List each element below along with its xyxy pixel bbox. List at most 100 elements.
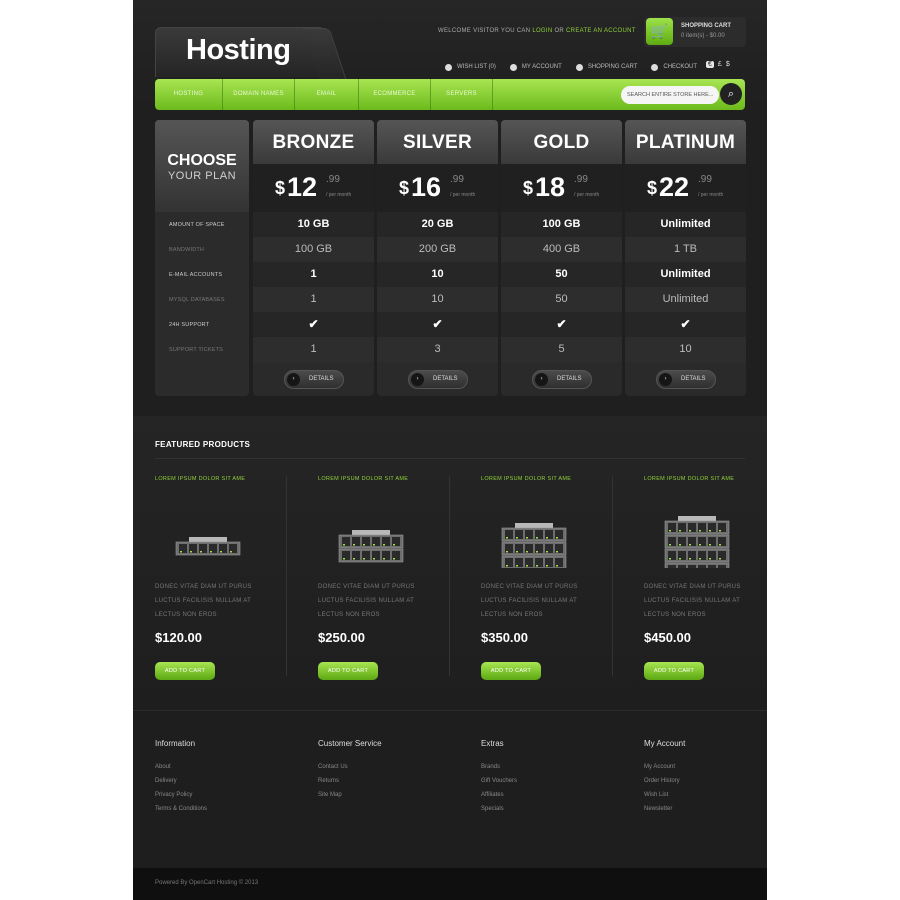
product-title[interactable]: LOREM IPSUM DOLOR SIT AME — [318, 476, 408, 482]
product-card: LOREM IPSUM DOLOR SIT AME DONEC VITAE DIA… — [318, 476, 458, 686]
footer-link[interactable]: Delivery — [155, 774, 295, 788]
pricing-table: CHOOSE YOUR PLAN AMOUNT OF SPACE BANDWIDT… — [133, 110, 767, 416]
footer-link[interactable]: Site Map — [318, 788, 458, 802]
details-button[interactable]: › DETAILS — [656, 370, 716, 389]
logo[interactable]: Hosting — [186, 34, 291, 67]
plan-price: $22 .99 / per month — [625, 164, 746, 212]
currency-option[interactable]: $ — [726, 61, 730, 68]
add-to-cart-button[interactable]: ADD TO CART — [644, 662, 704, 680]
main-nav: HOSTING DOMAIN NAMES EMAIL ECOMMERCE SER… — [155, 79, 745, 110]
cell-value: 1 — [310, 343, 317, 355]
nav-email[interactable]: EMAIL — [295, 79, 359, 110]
footer-link[interactable]: Returns — [318, 774, 458, 788]
product-title[interactable]: LOREM IPSUM DOLOR SIT AME — [481, 476, 571, 482]
product-title[interactable]: LOREM IPSUM DOLOR SIT AME — [155, 476, 245, 482]
plan-cell: Unlimited — [625, 262, 746, 287]
plan-cell: 10 — [625, 337, 746, 362]
price-integer: 16 — [411, 172, 442, 202]
cell-value: 50 — [555, 293, 568, 305]
plan-silver: SILVER $16 .99 / per month 20 GB 200 GB 10 10 ✔ 3… — [377, 120, 498, 396]
divider — [449, 476, 450, 676]
price-integer: 22 — [659, 172, 690, 202]
plan-header: SILVER — [377, 120, 498, 164]
plan-cell: 5 — [501, 337, 622, 362]
product-image[interactable] — [175, 498, 241, 568]
details-button[interactable]: › DETAILS — [284, 370, 344, 389]
footer-link[interactable]: My Account — [644, 760, 767, 774]
feature-label: MYSQL DATABASES — [169, 297, 225, 303]
shopping-cart-icon[interactable]: 🛒 — [646, 18, 673, 45]
create-account-link[interactable]: CREATE AN ACCOUNT — [566, 28, 636, 34]
product-description: DONEC VITAE DIAM UT PURUS LUCTUS FACILIS… — [644, 584, 741, 618]
product-title[interactable]: LOREM IPSUM DOLOR SIT AME — [644, 476, 734, 482]
top-link[interactable]: CHECKOUT — [651, 61, 697, 73]
feature-label: AMOUNT OF SPACE — [169, 222, 225, 228]
price-period: / per month — [574, 192, 600, 198]
product-image[interactable] — [501, 498, 567, 570]
footer-link[interactable]: Order History — [644, 774, 767, 788]
top-links: WISH LIST (0) MY ACCOUNT SHOPPING CART CHEC… — [445, 61, 711, 73]
nav-domain-names[interactable]: DOMAIN NAMES — [223, 79, 295, 110]
price-integer: 18 — [535, 172, 566, 202]
top-link[interactable]: WISH LIST (0) — [445, 61, 496, 73]
search-input[interactable]: SEARCH ENTIRE STORE HERE... — [621, 86, 719, 104]
plan-cell: 10 — [377, 287, 498, 312]
nav-ecommerce[interactable]: ECOMMERCE — [359, 79, 431, 110]
product-description: DONEC VITAE DIAM UT PURUS LUCTUS FACILIS… — [155, 584, 252, 618]
top-link[interactable]: MY ACCOUNT — [509, 61, 562, 73]
footer-link[interactable]: Wish List — [644, 788, 767, 802]
footer-heading: Customer Service — [318, 739, 382, 748]
divider — [286, 476, 287, 676]
price-decimal: .99 — [326, 174, 340, 185]
bullet-icon — [651, 63, 659, 71]
cell-value: 50 — [555, 268, 568, 280]
top-link-label: WISH LIST (0) — [457, 64, 496, 70]
footer-link[interactable]: Contact Us — [318, 760, 458, 774]
page: Hosting WELCOME VISITOR YOU CAN LOGIN OR… — [133, 0, 767, 900]
cell-value: 10 — [431, 293, 444, 305]
currency-option[interactable]: £ — [718, 61, 722, 68]
logo-tab[interactable]: Hosting — [155, 27, 325, 77]
bottom-bar: Powered By OpenCart Hosting © 2013 — [133, 868, 767, 900]
footer-link[interactable]: About — [155, 760, 295, 774]
currency-option[interactable]: € — [706, 61, 714, 68]
add-to-cart-button[interactable]: ADD TO CART — [318, 662, 378, 680]
plan-cell: 1 TB — [625, 237, 746, 262]
footer-link[interactable]: Brands — [481, 760, 621, 774]
add-to-cart-button[interactable]: ADD TO CART — [481, 662, 541, 680]
plan-cell: 100 GB — [253, 237, 374, 262]
nav-hosting[interactable]: HOSTING — [155, 79, 223, 110]
login-link[interactable]: LOGIN — [532, 28, 552, 34]
details-button[interactable]: › DETAILS — [408, 370, 468, 389]
top-link-label: MY ACCOUNT — [521, 64, 562, 70]
top-link[interactable]: SHOPPING CART — [575, 61, 637, 73]
server-rack-image — [501, 523, 567, 570]
cell-value: 10 GB — [297, 218, 330, 230]
footer-link[interactable]: Specials — [481, 802, 621, 816]
cell-value: 1 — [310, 293, 317, 305]
footer-link[interactable]: Terms & Conditions — [155, 802, 295, 816]
plan-price: $16 .99 / per month — [377, 164, 498, 212]
footer-link[interactable]: Gift Vouchers — [481, 774, 621, 788]
header: Hosting WELCOME VISITOR YOU CAN LOGIN OR… — [133, 0, 767, 120]
footer-link[interactable]: Affiliates — [481, 788, 621, 802]
plan-cell: 400 GB — [501, 237, 622, 262]
footer-link[interactable]: Newsletter — [644, 802, 767, 816]
footer-link[interactable]: Privacy Policy — [155, 788, 295, 802]
nav-servers[interactable]: SERVERS — [431, 79, 493, 110]
choose-plan-header: CHOOSE YOUR PLAN — [155, 120, 249, 212]
plan-header: PLATINUM — [625, 120, 746, 164]
details-button[interactable]: › DETAILS — [532, 370, 592, 389]
search-icon[interactable]: ⌕ — [720, 83, 742, 105]
product-image[interactable] — [338, 498, 404, 568]
cell-value: 400 GB — [542, 243, 581, 255]
add-to-cart-button[interactable]: ADD TO CART — [155, 662, 215, 680]
plan-cell: Unlimited — [625, 212, 746, 237]
product-description: DONEC VITAE DIAM UT PURUS LUCTUS FACILIS… — [481, 584, 578, 618]
arrow-right-icon: › — [411, 373, 424, 386]
cart-box[interactable]: 🛒 SHOPPING CART 0 item(s) - $0.00 — [644, 17, 746, 47]
plan-cell: 50 — [501, 262, 622, 287]
feature-label: E-MAIL ACCOUNTS — [169, 272, 223, 278]
product-image[interactable] — [664, 498, 730, 577]
plan-name: GOLD — [533, 132, 590, 153]
